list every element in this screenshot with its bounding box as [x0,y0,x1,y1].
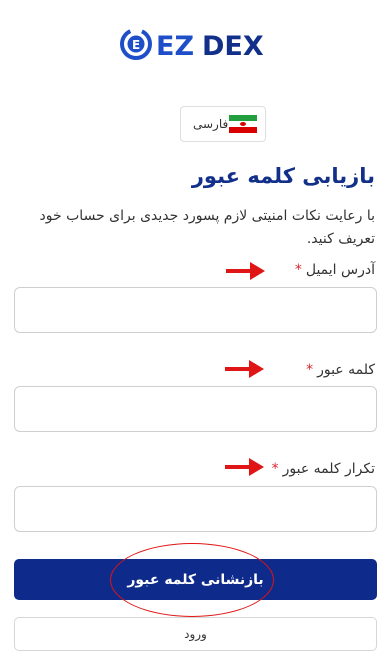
email-field[interactable] [14,287,377,333]
svg-text:E: E [132,38,140,52]
password-label: کلمه عبور* [306,362,375,378]
svg-text:EZ: EZ [156,31,194,62]
page-title: بازیابی کلمه عبور [191,164,375,188]
email-label: آدرس ایمیل* [294,262,375,278]
annotation-arrow-icon [226,262,265,280]
ezdex-logo: E EZ DEX [120,28,264,62]
page-description: با رعایت نکات امنیتی لازم پسورد جدیدی بر… [39,208,375,247]
reset-password-button[interactable]: بازنشانی کلمه عبور [14,559,377,600]
repeat-password-label: تکرار کلمه عبور* [271,461,375,477]
iran-flag-icon [229,115,257,133]
password-field[interactable] [14,386,377,432]
annotation-arrow-icon [225,458,264,476]
repeat-password-field[interactable] [14,486,377,532]
annotation-arrow-icon [225,360,264,378]
svg-text:DEX: DEX [202,31,264,62]
language-label: فارسی [193,117,229,131]
login-button[interactable]: ورود [14,617,377,651]
language-selector[interactable]: فارسی [180,106,266,142]
